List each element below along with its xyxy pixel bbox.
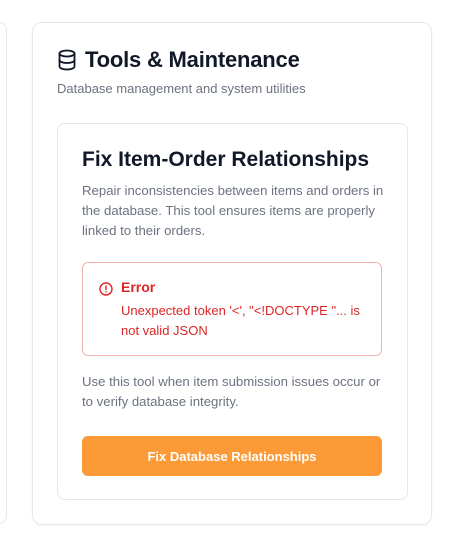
error-message: Unexpected token '<', "<!DOCTYPE "... is…	[121, 303, 360, 338]
error-alert: Error Unexpected token '<', "<!DOCTYPE "…	[82, 262, 382, 356]
section-header: Tools & Maintenance	[57, 47, 300, 73]
page: Tools & Maintenance Database management …	[0, 0, 450, 535]
tool-description: Repair inconsistencies between items and…	[82, 183, 384, 238]
adjacent-card	[0, 22, 7, 524]
fix-relationships-card: Fix Item-Order Relationships Repair inco…	[57, 123, 408, 500]
database-icon	[57, 49, 77, 71]
section-title: Tools & Maintenance	[85, 47, 300, 72]
section-subtitle: Database management and system utilities	[57, 81, 306, 96]
usage-note: Use this tool when item submission issue…	[82, 374, 381, 409]
alert-circle-icon	[99, 282, 113, 296]
error-title: Error	[121, 279, 156, 295]
tool-title: Fix Item-Order Relationships	[82, 148, 370, 171]
tools-maintenance-card: Tools & Maintenance Database management …	[32, 22, 432, 525]
fix-database-relationships-button[interactable]: Fix Database Relationships	[82, 436, 382, 476]
